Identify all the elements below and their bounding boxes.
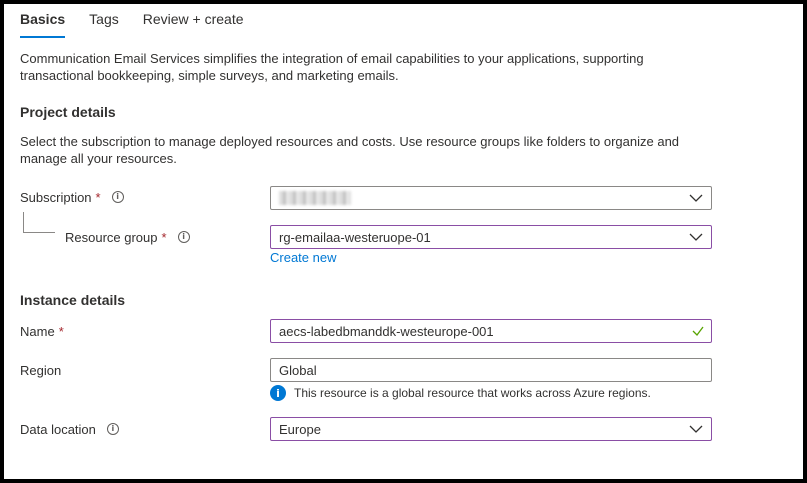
tab-bar: Basics Tags Review + create (20, 4, 268, 40)
data-location-value: Europe (279, 421, 321, 437)
region-notice-text: This resource is a global resource that … (294, 386, 651, 400)
name-value: aecs-labedbmanddk-westeurope-001 (279, 323, 494, 339)
name-label: Name * (20, 321, 64, 341)
tab-basics[interactable]: Basics (20, 4, 66, 38)
project-details-heading: Project details (20, 104, 116, 120)
tree-connector (23, 212, 55, 233)
required-marker: * (161, 229, 167, 245)
redacted-subscription-value (279, 191, 351, 205)
info-filled-icon: i (270, 385, 286, 401)
instance-details-heading: Instance details (20, 292, 126, 308)
create-new-link[interactable]: Create new (270, 250, 336, 265)
chevron-down-icon (689, 233, 703, 241)
data-location-label: Data location i (20, 419, 119, 439)
subscription-label-text: Subscription (20, 189, 92, 205)
data-location-dropdown[interactable]: Europe (270, 417, 712, 441)
tab-review-create[interactable]: Review + create (143, 4, 244, 38)
info-icon[interactable]: i (111, 191, 124, 203)
name-label-text: Name (20, 323, 55, 339)
region-label: Region (20, 360, 61, 380)
region-label-text: Region (20, 362, 62, 378)
chevron-down-icon (689, 425, 703, 433)
region-notice: i This resource is a global resource tha… (270, 385, 651, 401)
region-value: Global (279, 362, 317, 378)
resource-group-value: rg-emailaa-westeruope-01 (279, 229, 431, 245)
resource-group-label-text: Resource group (65, 229, 158, 245)
resource-group-label: Resource group * i (65, 227, 190, 247)
info-icon[interactable]: i (106, 423, 119, 435)
resource-group-dropdown[interactable]: rg-emailaa-westeruope-01 (270, 225, 712, 249)
checkmark-icon (692, 326, 704, 336)
project-details-description: Select the subscription to manage deploy… (20, 134, 680, 166)
info-icon[interactable]: i (177, 231, 190, 243)
subscription-label: Subscription * i (20, 187, 124, 207)
required-marker: * (95, 189, 101, 205)
required-marker: * (58, 323, 64, 339)
subscription-dropdown[interactable] (270, 186, 712, 210)
region-field: Global (270, 358, 712, 382)
intro-text: Communication Email Services simplifies … (20, 51, 644, 83)
create-email-service-form: Basics Tags Review + create Communicatio… (4, 4, 803, 479)
chevron-down-icon (689, 194, 703, 202)
tab-tags[interactable]: Tags (89, 4, 119, 38)
data-location-label-text: Data location (20, 421, 96, 437)
name-input[interactable]: aecs-labedbmanddk-westeurope-001 (270, 319, 712, 343)
